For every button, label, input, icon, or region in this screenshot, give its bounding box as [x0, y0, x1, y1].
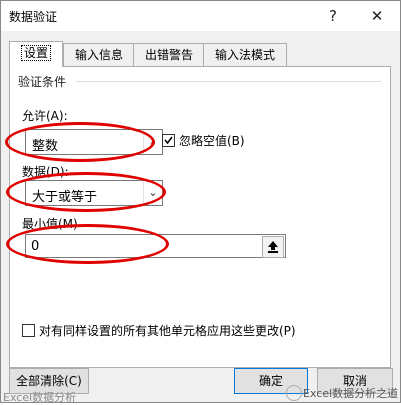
data-value: 大于或等于: [32, 190, 98, 205]
ignore-blank-label: 忽略空值(B): [179, 134, 245, 148]
data-select[interactable]: 大于或等于 ⌄: [25, 180, 163, 206]
chevron-down-icon[interactable]: ⌄: [143, 181, 162, 205]
close-icon[interactable]: ✕: [363, 4, 391, 28]
tab-error-alert[interactable]: 出错警告: [133, 43, 205, 66]
dialog-title: 数据验证: [9, 10, 58, 24]
chevron-down-icon[interactable]: ⌄: [143, 130, 162, 154]
checkmark-icon: [164, 136, 173, 145]
watermark-logo-icon: [286, 385, 302, 401]
ignore-blank-checkbox[interactable]: [162, 134, 175, 147]
tab-settings[interactable]: 设置: [9, 41, 63, 67]
tab-settings-label: 设置: [20, 45, 51, 61]
min-value-label: 最小值(M): [22, 217, 78, 231]
validation-criteria-label: 验证条件: [18, 75, 67, 89]
apply-all-label: 对有同样设置的所有其他单元格应用这些更改(P): [39, 324, 296, 338]
tab-ime-mode[interactable]: 输入法模式: [203, 43, 287, 66]
range-select-icon[interactable]: [262, 236, 284, 258]
settings-panel: 验证条件 允许(A): 整数 ⌄ 忽略空值(B) 数据(D): 大于或等于 ⌄ …: [9, 66, 391, 368]
allow-select[interactable]: 整数 ⌄: [25, 129, 163, 155]
data-label: 数据(D):: [22, 165, 69, 179]
apply-all-checkbox[interactable]: [22, 324, 35, 337]
tab-input-message[interactable]: 输入信息: [63, 43, 135, 66]
min-value-input[interactable]: 0: [25, 234, 286, 258]
min-value-text: 0: [31, 239, 40, 254]
data-validation-dialog: 数据验证 ? ✕ 设置 输入信息 出错警告 输入法模式 验证条件 允许(A): …: [0, 0, 401, 404]
help-icon[interactable]: ?: [319, 4, 347, 28]
allow-value: 整数: [32, 139, 59, 154]
watermark-right: Excel数据分析之道: [303, 387, 399, 400]
title-bar: 数据验证 ? ✕: [1, 1, 400, 31]
allow-label: 允许(A):: [22, 109, 68, 123]
up-arrow-icon: [268, 241, 278, 253]
group-divider: [76, 81, 381, 82]
